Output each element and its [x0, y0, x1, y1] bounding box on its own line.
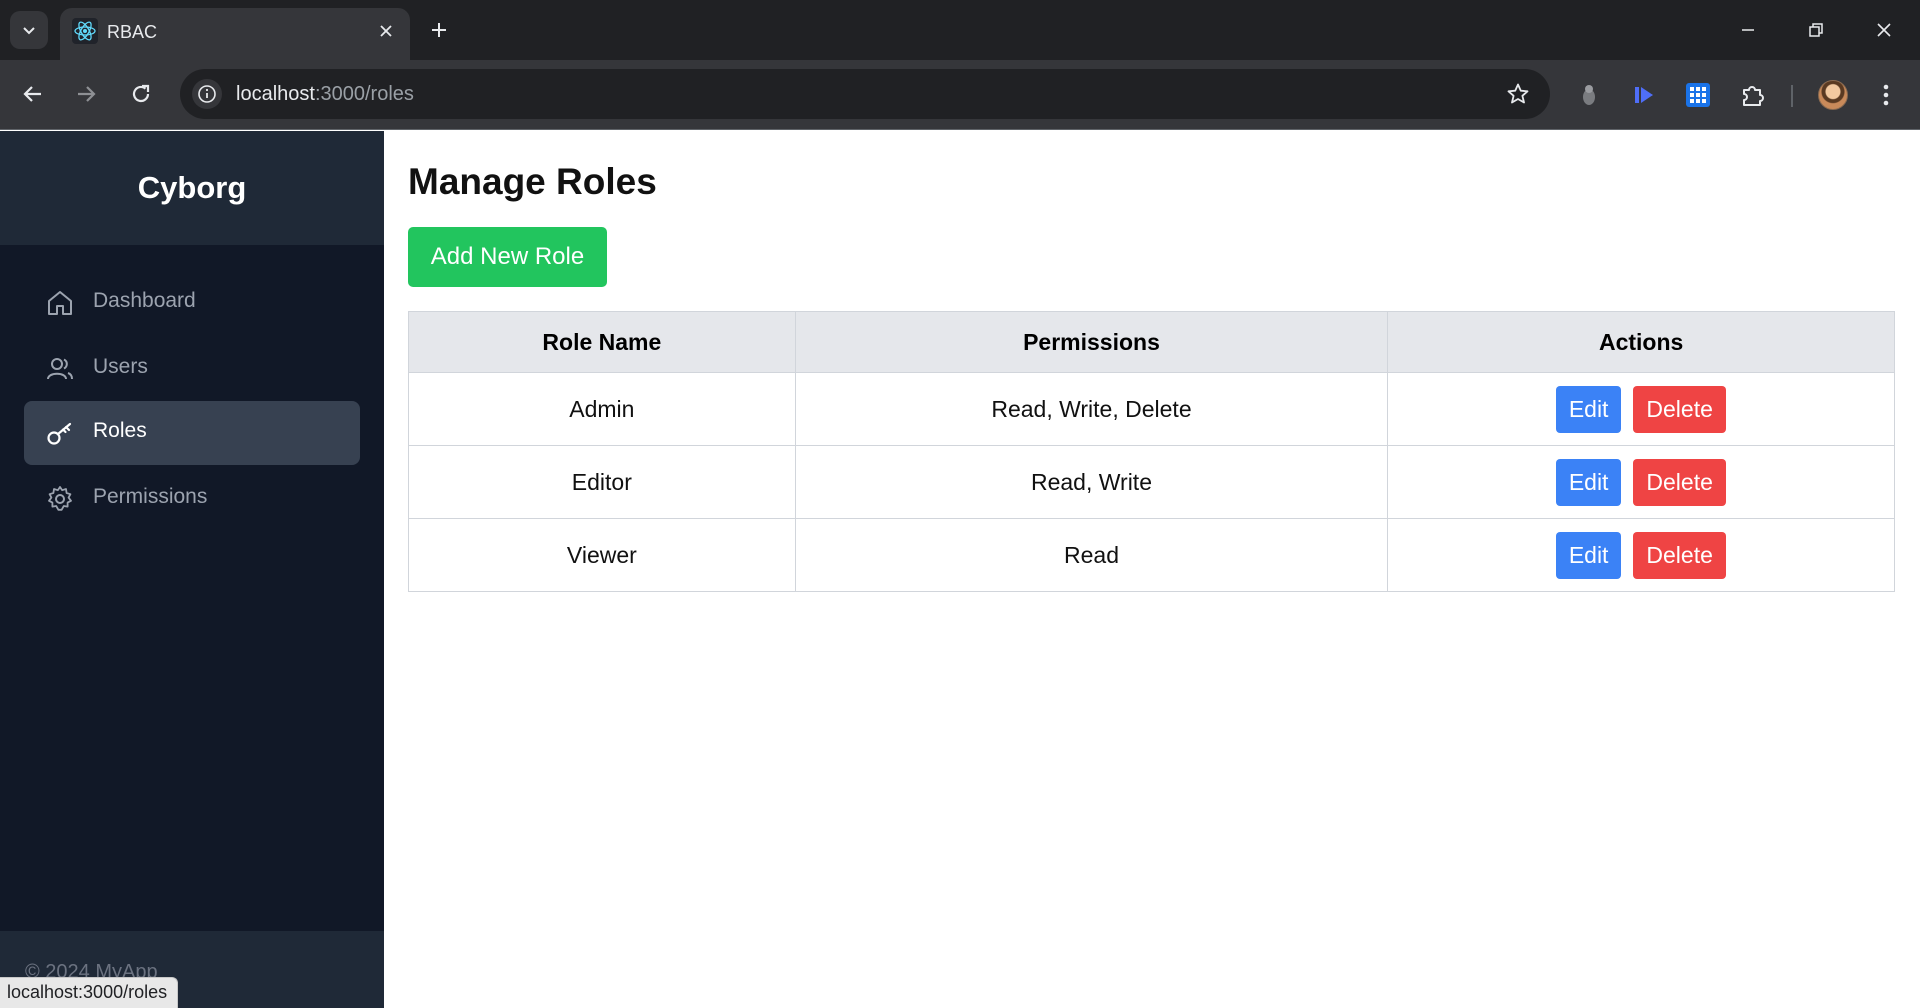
- permissions-cell: Read: [794, 518, 1389, 592]
- address-bar[interactable]: localhost:3000/roles: [180, 69, 1550, 119]
- sidebar-item-users[interactable]: Users: [24, 337, 360, 401]
- close-icon: [1877, 23, 1891, 37]
- row-actions: Edit Delete: [1388, 531, 1894, 579]
- link-preview-status: localhost:3000/roles: [0, 977, 179, 1008]
- row-actions: Edit Delete: [1388, 385, 1894, 433]
- tab-close-button[interactable]: [372, 17, 400, 45]
- restore-icon: [1809, 23, 1823, 37]
- sidebar-item-permissions[interactable]: Permissions: [24, 467, 360, 531]
- sidebar-item-label: Permissions: [93, 485, 208, 508]
- gear-icon: [48, 486, 72, 511]
- role-name-cell: Viewer: [408, 518, 796, 592]
- table-row: Editor Read, Write Edit Delete: [408, 445, 1895, 519]
- extension-grid-icon[interactable]: [1680, 77, 1716, 113]
- tab-search-button[interactable]: [10, 11, 48, 49]
- users-icon: [47, 358, 73, 380]
- edit-button[interactable]: Edit: [1556, 458, 1622, 506]
- sidebar-item-dashboard[interactable]: Dashboard: [24, 271, 360, 335]
- browser-toolbar: localhost:3000/roles: [0, 60, 1920, 130]
- plus-icon: [432, 23, 446, 37]
- brand-header: Cyborg: [0, 131, 384, 245]
- permissions-cell: Read, Write: [794, 445, 1389, 519]
- arrow-left-icon: [23, 86, 41, 102]
- minimize-button[interactable]: [1726, 10, 1770, 50]
- back-button[interactable]: [13, 74, 53, 114]
- sidebar: Cyborg Dashboard Users Roles Permissions…: [0, 131, 384, 1008]
- tab-title: RBAC: [107, 22, 158, 42]
- role-name-cell: Editor: [408, 445, 796, 519]
- edit-button[interactable]: Edit: [1556, 385, 1622, 433]
- row-actions: Edit Delete: [1388, 458, 1894, 506]
- actions-cell: Edit Delete: [1387, 518, 1895, 592]
- home-icon: [48, 291, 72, 315]
- restore-button[interactable]: [1794, 10, 1838, 50]
- delete-button[interactable]: Delete: [1633, 458, 1727, 506]
- extension-play-icon[interactable]: [1626, 77, 1662, 113]
- permissions-cell: Read, Write, Delete: [794, 372, 1389, 446]
- sidebar-item-roles[interactable]: Roles: [24, 401, 360, 465]
- reload-icon: [132, 84, 150, 103]
- extensions-puzzle-icon[interactable]: [1735, 77, 1771, 113]
- toolbar-separator: [1791, 85, 1793, 107]
- table-header-row: Role Name Permissions Actions: [408, 311, 1895, 373]
- delete-button[interactable]: Delete: [1633, 531, 1727, 579]
- column-header-role-name: Role Name: [408, 311, 796, 373]
- delete-button[interactable]: Delete: [1633, 385, 1727, 433]
- table-row: Admin Read, Write, Delete Edit Delete: [408, 372, 1895, 446]
- column-header-actions: Actions: [1387, 311, 1895, 373]
- forward-button[interactable]: [66, 74, 106, 114]
- reload-button[interactable]: [121, 74, 161, 114]
- chevron-down-icon: [23, 27, 35, 35]
- react-logo-icon: [72, 18, 98, 44]
- bookmark-star-icon[interactable]: [1504, 80, 1532, 108]
- brand-name: Cyborg: [137, 170, 247, 205]
- new-tab-button[interactable]: [424, 15, 454, 45]
- close-icon: [380, 25, 392, 37]
- browser-tab-strip: RBAC: [0, 0, 1920, 60]
- profile-avatar[interactable]: [1818, 80, 1848, 110]
- page-title: Manage Roles: [408, 161, 657, 202]
- edit-button[interactable]: Edit: [1556, 531, 1622, 579]
- main-content: Manage Roles Add New Role Role Name Perm…: [384, 131, 1920, 1008]
- close-window-button[interactable]: [1862, 10, 1906, 50]
- role-name-cell: Admin: [408, 372, 796, 446]
- key-icon: [47, 422, 72, 445]
- sidebar-item-label: Dashboard: [93, 289, 196, 312]
- more-vertical-icon: [1883, 84, 1889, 106]
- menu-button[interactable]: [1868, 77, 1904, 113]
- url-path: :3000/roles: [314, 83, 414, 105]
- sidebar-item-label: Roles: [93, 419, 147, 442]
- site-info-icon[interactable]: [192, 79, 222, 109]
- actions-cell: Edit Delete: [1387, 445, 1895, 519]
- actions-cell: Edit Delete: [1387, 372, 1895, 446]
- url-host: localhost: [236, 83, 315, 105]
- browser-tab[interactable]: RBAC: [60, 8, 410, 60]
- add-new-role-button[interactable]: Add New Role: [408, 227, 607, 287]
- sidebar-item-label: Users: [93, 355, 148, 378]
- roles-table: Role Name Permissions Actions Admin Read…: [408, 311, 1895, 592]
- url-text: localhost:3000/roles: [236, 83, 414, 106]
- arrow-right-icon: [78, 86, 96, 102]
- extension-grey-icon[interactable]: [1571, 77, 1607, 113]
- minimize-icon: [1742, 29, 1754, 31]
- column-header-permissions: Permissions: [794, 311, 1389, 373]
- table-row: Viewer Read Edit Delete: [408, 518, 1895, 592]
